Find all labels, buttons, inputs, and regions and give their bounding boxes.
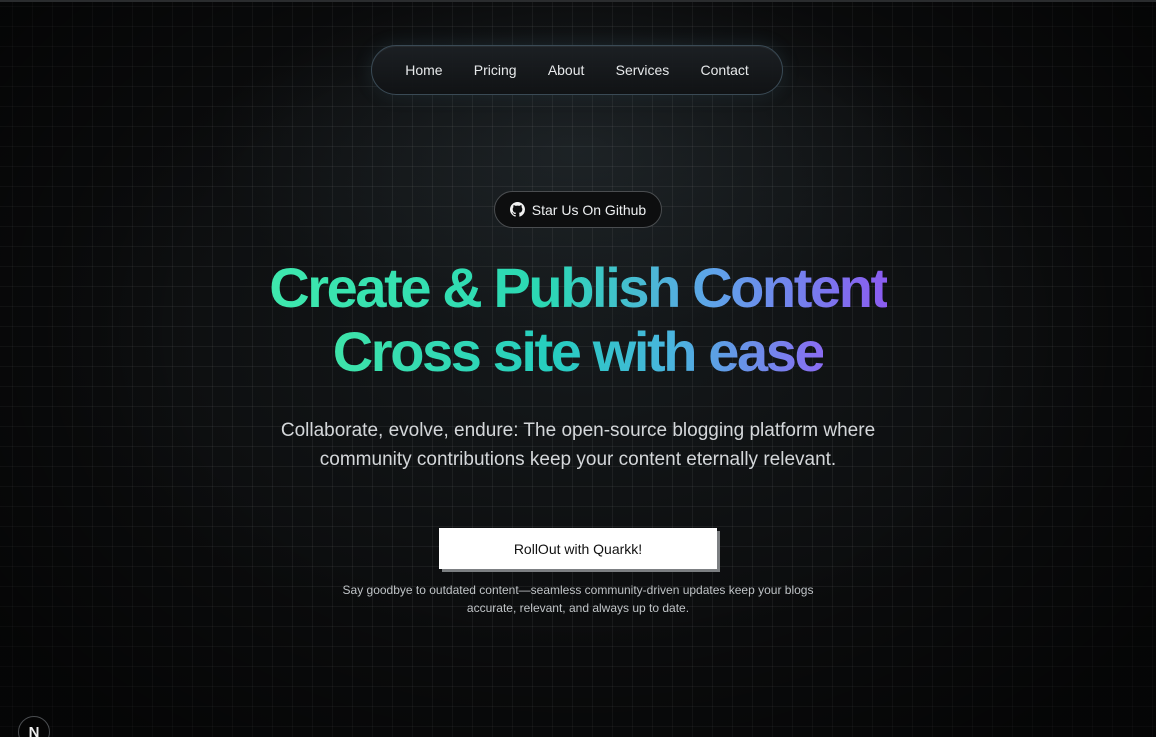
nav-item-about[interactable]: About [544,58,589,82]
hero-heading: Create & Publish Content Cross site with… [0,256,1156,384]
github-button-label: Star Us On Github [531,201,647,218]
hero-subheading: Collaborate, evolve, endure: The open-so… [280,420,876,470]
nav-item-home[interactable]: Home [401,58,446,82]
github-icon [509,202,525,217]
nav-item-contact[interactable]: Contact [697,58,753,82]
github-star-button[interactable]: Star Us On Github [494,191,662,228]
landing-page: Home Pricing About Services Contact Star… [0,0,1156,737]
hero-heading-line-2: Cross site with ease [332,320,826,383]
rollout-cta-button[interactable]: RollOut with Quarkk! [439,528,717,569]
nav-item-pricing[interactable]: Pricing [470,58,521,82]
nav-item-services[interactable]: Services [612,58,674,82]
nav-bar: Home Pricing About Services Contact [371,45,783,95]
window-top-edge [0,0,1156,2]
hero-footnote: Say goodbye to outdated content—seamless… [342,583,814,615]
hero-heading-line-1: Create & Publish Content [269,256,889,319]
